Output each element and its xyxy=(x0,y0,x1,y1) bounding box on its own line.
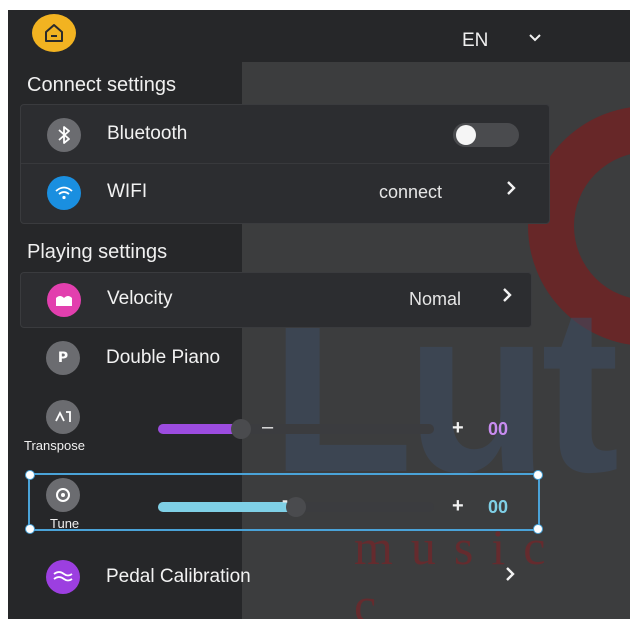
selection-handle[interactable] xyxy=(25,470,35,480)
chevron-down-icon[interactable] xyxy=(528,30,542,47)
pedal-calibration-label: Pedal Calibration xyxy=(106,566,251,587)
selection-handle[interactable] xyxy=(533,470,543,480)
velocity-value: Nomal xyxy=(409,289,462,309)
velocity-label: Velocity xyxy=(107,288,173,309)
bluetooth-label: Bluetooth xyxy=(107,123,188,144)
velocity-group: Velocity Nomal xyxy=(20,272,532,328)
velocity-row[interactable]: Velocity Nomal xyxy=(21,273,531,325)
chevron-right-icon[interactable] xyxy=(505,179,517,202)
pedal-calibration-row[interactable]: Pedal Calibration xyxy=(20,551,530,603)
playing-settings-title: Playing settings xyxy=(27,241,168,263)
double-piano-row[interactable]: P Double Piano xyxy=(20,332,530,384)
settings-panel: Lut music c EN Connect settings Bluetoot… xyxy=(8,10,630,619)
home-icon xyxy=(45,24,63,42)
language-selector[interactable]: EN xyxy=(462,30,488,52)
selection-handle[interactable] xyxy=(25,524,35,534)
toggle-knob xyxy=(456,125,476,145)
velocity-icon xyxy=(47,283,81,317)
double-piano-icon: P xyxy=(46,341,80,375)
chevron-right-icon[interactable] xyxy=(504,565,516,588)
connect-settings-group: Bluetooth WIFI connect xyxy=(20,104,550,224)
transpose-slider-thumb[interactable] xyxy=(230,419,251,439)
wifi-row[interactable]: WIFI connect xyxy=(21,167,549,219)
transpose-row: Transpose – + 00 xyxy=(20,398,540,458)
bluetooth-icon xyxy=(47,118,81,152)
bluetooth-toggle[interactable] xyxy=(453,123,519,147)
pedal-icon xyxy=(46,560,80,594)
connect-settings-title: Connect settings xyxy=(27,74,176,96)
wifi-label: WIFI xyxy=(107,181,148,202)
wifi-status: connect xyxy=(379,182,443,202)
wifi-icon xyxy=(47,176,81,210)
transpose-label: Transpose xyxy=(24,438,85,453)
transpose-value: 00 xyxy=(488,419,509,439)
selection-box xyxy=(25,470,543,534)
double-piano-label: Double Piano xyxy=(106,347,221,368)
chevron-right-icon[interactable] xyxy=(501,286,513,309)
transpose-minus-button[interactable]: – xyxy=(262,416,273,439)
top-strip xyxy=(0,0,630,10)
transpose-slider-fill xyxy=(158,424,241,434)
transpose-plus-button[interactable]: + xyxy=(452,417,464,440)
home-button[interactable] xyxy=(32,14,76,52)
divider xyxy=(21,163,549,164)
transpose-icon xyxy=(46,400,80,434)
selection-handle[interactable] xyxy=(533,524,543,534)
bluetooth-row[interactable]: Bluetooth xyxy=(21,109,549,161)
transpose-slider[interactable] xyxy=(158,419,434,439)
